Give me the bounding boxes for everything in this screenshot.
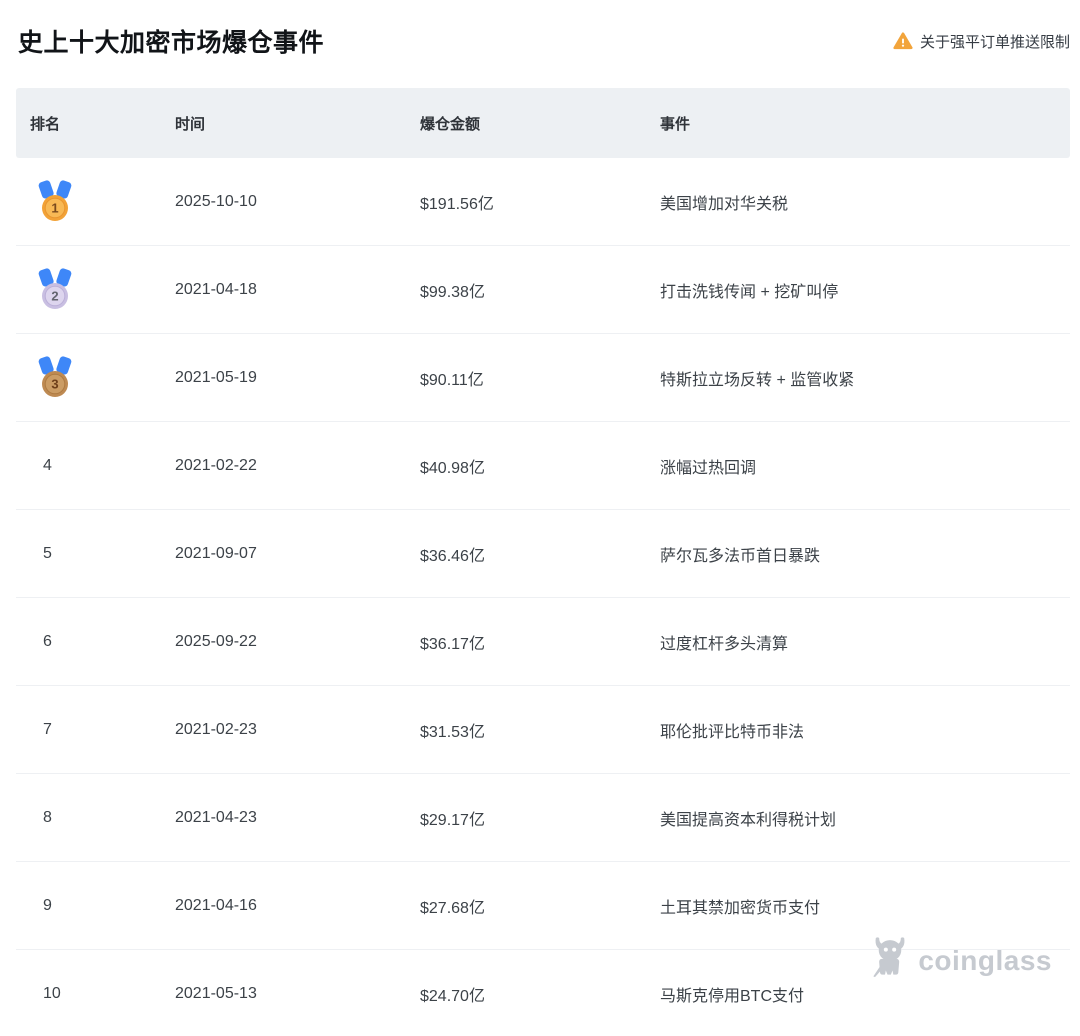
table-row: 5 2021-09-07 $36.46亿 萨尔瓦多法币首日暴跌 [16,510,1070,598]
rank-cell: 4 [30,457,175,475]
event-cell: 美国增加对华关税 [660,195,789,213]
amount-cell: $40.98亿 [420,459,485,477]
table-row: 9 2021-04-16 $27.68亿 土耳其禁加密货币支付 [16,862,1070,950]
time-cell: 2021-04-16 [175,896,257,914]
liquidation-notice-link[interactable]: 关于强平订单推送限制 [893,31,1070,52]
table-header-row: 排名 时间 爆仓金额 事件 [16,88,1070,158]
column-header-time: 时间 [175,115,206,133]
rank-number: 5 [43,544,52,562]
amount-cell: $36.17亿 [420,635,485,653]
rank-cell: 3 [30,355,175,401]
column-header-rank: 排名 [30,115,61,133]
column-header-event: 事件 [660,115,691,133]
event-cell: 打击洗钱传闻 + 挖矿叫停 [660,283,839,301]
table-row: 1 2025-10-10 $191.56亿 美国增加对华关税 [16,158,1070,246]
table-row: 3 2021-05-19 $90.11亿 特斯拉立场反转 + 监管收紧 [16,334,1070,422]
amount-cell: $90.11亿 [420,371,484,389]
table-row: 7 2021-02-23 $31.53亿 耶伦批评比特币非法 [16,686,1070,774]
amount-cell: $99.38亿 [420,283,485,301]
rank-number: 8 [43,808,52,826]
bronze-medal-icon: 3 [33,355,77,401]
table-row: 2 2021-04-18 $99.38亿 打击洗钱传闻 + 挖矿叫停 [16,246,1070,334]
svg-text:1: 1 [51,200,58,215]
amount-cell: $31.53亿 [420,723,485,741]
amount-cell: $27.68亿 [420,899,485,917]
event-cell: 涨幅过热回调 [660,459,757,477]
time-cell: 2021-02-22 [175,456,257,474]
page-header: 史上十大加密市场爆仓事件 关于强平订单推送限制 [0,0,1080,88]
rank-cell: 7 [30,721,175,739]
rank-cell: 8 [30,809,175,827]
event-cell: 美国提高资本利得税计划 [660,811,837,829]
table-row: 10 2021-05-13 $24.70亿 马斯克停用BTC支付 [16,950,1070,1036]
rank-number: 10 [43,985,61,1002]
time-cell: 2021-09-07 [175,544,257,562]
column-header-amount: 爆仓金额 [420,115,481,133]
liquidation-table: 排名 时间 爆仓金额 事件 1 2025-10-10 $191.56亿 美国增加… [16,88,1070,1036]
time-cell: 2025-10-10 [175,192,257,210]
time-cell: 2021-05-13 [175,985,257,1002]
rank-number: 4 [43,456,52,474]
table-row: 4 2021-02-22 $40.98亿 涨幅过热回调 [16,422,1070,510]
time-cell: 2025-09-22 [175,632,257,650]
rank-number: 9 [43,896,52,914]
page-title: 史上十大加密市场爆仓事件 [18,29,325,57]
amount-cell: $29.17亿 [420,811,485,829]
table-body: 1 2025-10-10 $191.56亿 美国增加对华关税 2 2021-04… [16,158,1070,1036]
svg-text:3: 3 [51,376,58,391]
event-cell: 马斯克停用BTC支付 [660,988,805,1005]
time-cell: 2021-04-18 [175,280,257,298]
event-cell: 过度杠杆多头清算 [660,635,789,653]
time-cell: 2021-05-19 [175,368,257,386]
warning-icon [893,31,913,51]
rank-cell: 10 [30,985,175,1003]
rank-cell: 6 [30,633,175,651]
event-cell: 特斯拉立场反转 + 监管收紧 [660,371,855,389]
table-row: 6 2025-09-22 $36.17亿 过度杠杆多头清算 [16,598,1070,686]
rank-cell: 1 [30,179,175,225]
event-cell: 耶伦批评比特币非法 [660,723,805,741]
rank-cell: 9 [30,897,175,915]
time-cell: 2021-04-23 [175,808,257,826]
time-cell: 2021-02-23 [175,720,257,738]
event-cell: 土耳其禁加密货币支付 [660,899,821,917]
rank-number: 6 [43,632,52,650]
rank-number: 7 [43,720,52,738]
rank-cell: 2 [30,267,175,313]
amount-cell: $36.46亿 [420,547,485,565]
amount-cell: $24.70亿 [420,988,485,1005]
silver-medal-icon: 2 [33,267,77,313]
notice-label: 关于强平订单推送限制 [919,33,1070,51]
svg-text:2: 2 [51,288,58,303]
amount-cell: $191.56亿 [420,195,494,213]
table-row: 8 2021-04-23 $29.17亿 美国提高资本利得税计划 [16,774,1070,862]
event-cell: 萨尔瓦多法币首日暴跌 [660,547,821,565]
rank-cell: 5 [30,545,175,563]
gold-medal-icon: 1 [33,179,77,225]
